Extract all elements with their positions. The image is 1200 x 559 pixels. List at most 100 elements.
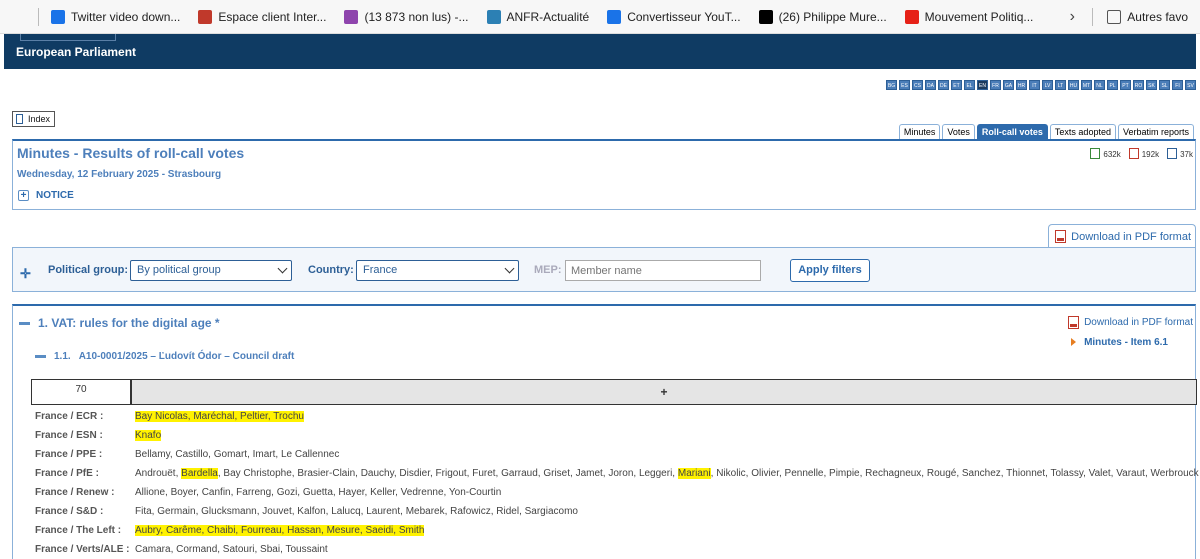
- subitem-label: A10-0001/2025 – Ľudovít Ódor – Council d…: [78, 351, 295, 362]
- bookmark-label: ANFR-Actualité: [506, 9, 590, 24]
- vote-item-title[interactable]: 1. VAT: rules for the digital age *: [19, 316, 220, 330]
- language-bg[interactable]: BG: [886, 80, 897, 90]
- bookmark-label: (26) Philippe Mure...: [778, 9, 887, 24]
- bookmark-label: Mouvement Politiq...: [924, 9, 1034, 24]
- language-ga[interactable]: GA: [1003, 80, 1014, 90]
- member-names: Knafo: [135, 429, 162, 441]
- language-et[interactable]: ET: [951, 80, 962, 90]
- language-pt[interactable]: PT: [1120, 80, 1131, 90]
- folder-icon: [1107, 10, 1122, 24]
- language-sv[interactable]: SV: [1185, 80, 1196, 90]
- vote-item-label: 1. VAT: rules for the digital age *: [38, 316, 220, 330]
- filter-bar: ✛ Political group: By political group Co…: [12, 247, 1196, 292]
- language-de[interactable]: DE: [938, 80, 949, 90]
- tab-verbatim-reports[interactable]: Verbatim reports: [1117, 124, 1194, 139]
- doc-download[interactable]: 37k: [1167, 148, 1193, 159]
- political-group-name: France / Verts/ALE :: [35, 543, 130, 555]
- bookmark-item[interactable]: ANFR-Actualité: [481, 5, 596, 29]
- tab-votes[interactable]: Votes: [942, 124, 975, 139]
- member-names: Aubry, Carême, Chaibi, Fourreau, Hassan,…: [135, 524, 425, 536]
- highlighted-names: Bardella: [181, 467, 218, 479]
- results-section: 1. VAT: rules for the digital age * 1.1.…: [12, 304, 1199, 559]
- language-en[interactable]: EN: [977, 80, 988, 90]
- language-hu[interactable]: HU: [1068, 80, 1079, 90]
- site-name[interactable]: European Parliament: [16, 45, 136, 59]
- member-names: Fita, Germain, Glucksmann, Jouvet, Kalfo…: [135, 506, 578, 517]
- page-title: Minutes - Results of roll-call votes: [17, 145, 245, 161]
- member-names: Bay Nicolas, Maréchal, Peltier, Trochu: [135, 410, 304, 422]
- tab-roll-call-votes[interactable]: Roll-call votes: [976, 124, 1048, 139]
- language-lt[interactable]: LT: [1055, 80, 1066, 90]
- member-names: Camara, Cormand, Satouri, Sbai, Toussain…: [135, 544, 328, 555]
- word-icon: [1167, 148, 1178, 159]
- chevron-down-icon: [277, 263, 288, 274]
- language-sk[interactable]: SK: [1146, 80, 1157, 90]
- vote-subitem-title[interactable]: 1.1. A10-0001/2025 – Ľudovít Ódor – Counc…: [35, 351, 294, 362]
- xml-download[interactable]: 632k: [1090, 148, 1121, 159]
- vote-row: France / S&D : Fita, Germain, Glucksmann,…: [35, 502, 578, 520]
- mail-icon: [344, 9, 359, 24]
- layers-icon: [51, 9, 65, 24]
- bookmark-item[interactable]: (13 873 non lus) -...: [338, 5, 474, 29]
- document-icon: [16, 114, 23, 124]
- minutes-item-link[interactable]: Minutes - Item 6.1: [1068, 334, 1193, 350]
- language-it[interactable]: IT: [1029, 80, 1040, 90]
- language-nl[interactable]: NL: [1094, 80, 1105, 90]
- bookmark-item[interactable]: Mouvement Politiq...: [899, 5, 1040, 29]
- political-group-name: France / ECR :: [35, 410, 104, 422]
- eu-logo-icon[interactable]: [20, 34, 116, 41]
- bookmark-item[interactable]: Convertisseur YouT...: [601, 5, 746, 29]
- language-fr[interactable]: FR: [990, 80, 1001, 90]
- vote-row: France / PfE : Androuët, Bardella, Bay Ch…: [35, 464, 1199, 482]
- bookmarks-bar: Twitter video down... Espace client Inter…: [0, 0, 1200, 34]
- language-hr[interactable]: HR: [1016, 80, 1027, 90]
- index-button[interactable]: Index: [12, 111, 56, 127]
- bookmark-item[interactable]: Espace client Inter...: [192, 5, 332, 29]
- names-segment: , Bay Christophe, Brasier-Clain, Dauchy,…: [217, 467, 678, 479]
- language-sl[interactable]: SL: [1159, 80, 1170, 90]
- minutes-item-label: Minutes - Item 6.1: [1084, 336, 1168, 348]
- political-group-name: France / S&D :: [35, 505, 104, 517]
- language-el[interactable]: EL: [964, 80, 975, 90]
- collapse-icon: [35, 354, 46, 358]
- tab-texts-adopted[interactable]: Texts adopted: [1049, 124, 1116, 139]
- subitem-number: 1.1.: [54, 351, 71, 362]
- tab-minutes[interactable]: Minutes: [898, 124, 941, 139]
- language-lv[interactable]: LV: [1042, 80, 1053, 90]
- highlighted-names: Aubry, Carême, Chaibi, Fourreau, Hassan,…: [135, 524, 425, 536]
- language-cs[interactable]: CS: [912, 80, 923, 90]
- arrow-right-icon: [1071, 338, 1077, 346]
- pdf-size: 192k: [1141, 150, 1160, 159]
- item-links: Download in PDF format Minutes - Item 6.…: [1068, 314, 1193, 350]
- member-names: Bellamy, Castillo, Gomart, Imart, Le Cal…: [135, 449, 339, 460]
- expand-icon[interactable]: ✛: [20, 266, 31, 282]
- names-segment: Camara, Cormand, Satouri, Sbai, Toussain…: [135, 543, 328, 555]
- download-pdf-tab[interactable]: Download in PDF format: [1048, 224, 1196, 248]
- language-pl[interactable]: PL: [1107, 80, 1118, 90]
- notice-toggle[interactable]: + NOTICE: [18, 190, 74, 201]
- language-es[interactable]: ES: [899, 80, 910, 90]
- bookmark-list: Twitter video down... Espace client Inter…: [45, 5, 1045, 29]
- bookmark-item[interactable]: (26) Philippe Mure...: [753, 5, 893, 29]
- member-names: Allione, Boyer, Canfin, Farreng, Gozi, G…: [135, 487, 501, 498]
- country-select[interactable]: France: [356, 260, 519, 281]
- bookmark-label: (13 873 non lus) -...: [364, 9, 469, 24]
- language-fi[interactable]: FI: [1172, 80, 1183, 90]
- country-value: France: [363, 264, 398, 276]
- bookmark-item[interactable]: Twitter video down...: [45, 5, 186, 29]
- highlighted-names: Mariani: [677, 467, 711, 479]
- download-pdf-link[interactable]: Download in PDF format: [1068, 314, 1193, 330]
- other-bookmarks-folder[interactable]: Autres favo: [1101, 5, 1194, 29]
- bookmark-label: Convertisseur YouT...: [627, 9, 741, 24]
- pdf-download[interactable]: 192k: [1128, 148, 1160, 159]
- language-da[interactable]: DA: [925, 80, 936, 90]
- language-ro[interactable]: RO: [1133, 80, 1144, 90]
- political-group-select[interactable]: By political group: [130, 260, 292, 281]
- language-mt[interactable]: MT: [1081, 80, 1092, 90]
- youtube-icon: [904, 9, 919, 24]
- apply-filters-button[interactable]: Apply filters: [790, 259, 870, 282]
- highlighted-names: Bay Nicolas, Maréchal, Peltier, Trochu: [135, 410, 304, 422]
- member-name-input[interactable]: [565, 260, 761, 281]
- chevron-right-icon[interactable]: ›: [1060, 8, 1084, 26]
- political-group-name: France / Renew :: [35, 486, 115, 498]
